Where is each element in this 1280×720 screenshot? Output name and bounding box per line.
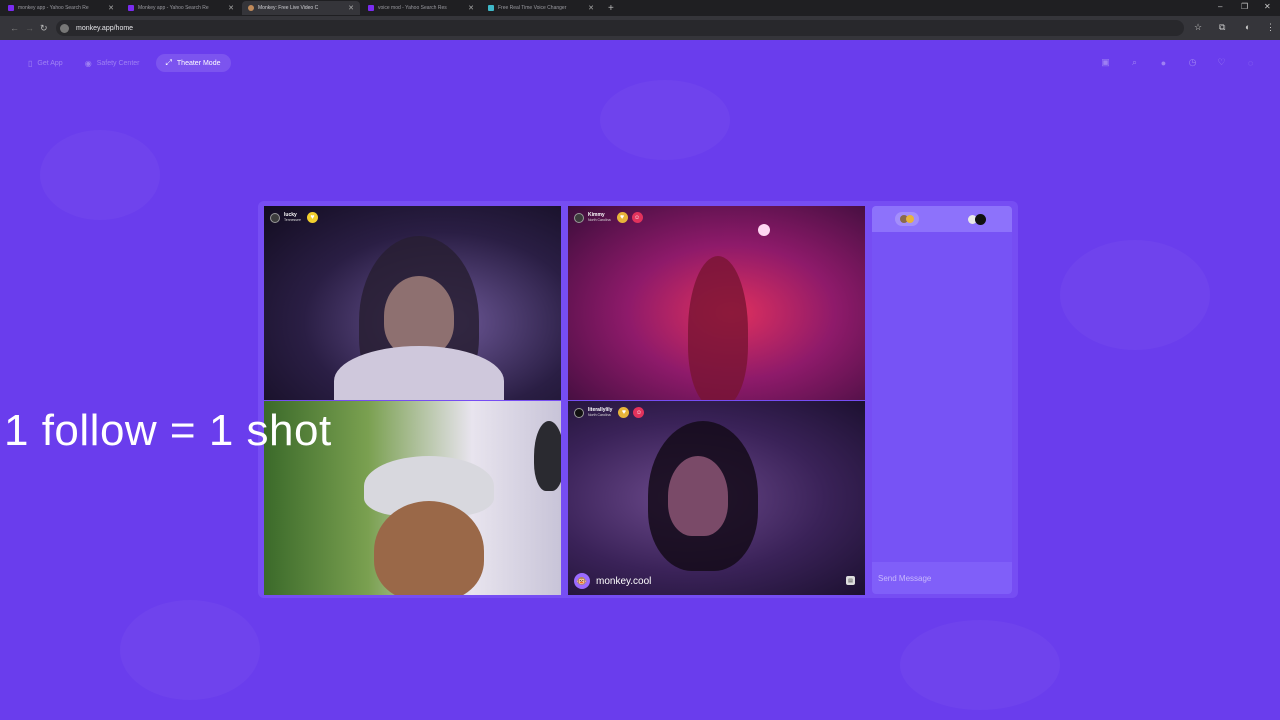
menu-icon[interactable]: ⋮ xyxy=(1266,22,1275,33)
stream-overlay-text: 1 follow = 1 shot xyxy=(4,406,332,455)
user-info: Kimmy North Carolina xyxy=(588,212,611,223)
site-info-icon[interactable] xyxy=(60,23,69,33)
browser-tab-1[interactable]: monkey app - Yahoo Search Re ✕ xyxy=(2,1,120,15)
chat-icon[interactable]: ♡ xyxy=(1214,55,1229,70)
back-icon[interactable]: ← xyxy=(10,23,19,33)
profile-icon[interactable]: ◐ xyxy=(1245,22,1250,32)
heart-icon[interactable]: ♥ xyxy=(618,407,630,418)
user-chip[interactable]: Kimmy North Carolina ♥ ☺ xyxy=(574,212,643,223)
chat-header xyxy=(872,206,1012,232)
close-tab-icon[interactable]: ✕ xyxy=(468,4,474,12)
yahoo-favicon-icon xyxy=(128,5,134,11)
address-bar-row: ← → ↻ monkey.app/home ☆ ⧉ ◐ ⋮ xyxy=(0,16,1280,40)
location: Tennessee xyxy=(284,218,301,222)
new-tab-icon[interactable]: + xyxy=(608,3,614,14)
minimize-icon[interactable]: – xyxy=(1218,2,1222,11)
reload-icon[interactable]: ↻ xyxy=(40,23,48,34)
close-tab-icon[interactable]: ✕ xyxy=(588,4,594,12)
background-decoration xyxy=(120,600,260,700)
participant-face xyxy=(384,276,454,356)
get-app-button[interactable]: ▯ Get App xyxy=(22,54,69,72)
theater-mode-label: Theater Mode xyxy=(176,59,221,67)
shop-icon[interactable]: ▣ xyxy=(1098,55,1113,70)
voicechanger-favicon-icon xyxy=(488,5,494,11)
monkey-page: ▯ Get App ◉ Safety Center ⤢ Theater Mode… xyxy=(0,40,1280,720)
monkey-favicon-icon xyxy=(248,5,254,11)
top-right-icons: ▣ ⌕ ● ◷ ♡ ◌ xyxy=(1098,55,1258,70)
restore-icon[interactable]: ❐ xyxy=(1241,2,1248,11)
location: North Carolina xyxy=(588,413,611,417)
browser-tab-bar: monkey app - Yahoo Search Re ✕ Monkey ap… xyxy=(0,0,1280,16)
avatar xyxy=(574,407,584,418)
theater-mode-button[interactable]: ⤢ Theater Mode xyxy=(155,54,231,72)
bookmark-star-icon[interactable]: ☆ xyxy=(1194,22,1202,33)
safety-center-button[interactable]: ◉ Safety Center xyxy=(79,54,146,72)
safety-center-label: Safety Center xyxy=(96,59,140,67)
shield-icon: ◉ xyxy=(84,58,92,68)
user-chip[interactable]: literallylily North Carolina ♥ ☺ xyxy=(574,407,645,418)
user-info: literallylily North Carolina xyxy=(588,407,612,418)
badge-icon[interactable]: ☺ xyxy=(633,407,645,418)
phone-icon: ▯ xyxy=(28,58,33,68)
captions-icon[interactable]: ▤ xyxy=(846,576,855,585)
background-decoration xyxy=(900,620,1060,710)
video-stage: lucky Tennessee ♥ Kimmy North Carolina ♥… xyxy=(258,201,1018,598)
brand-watermark: 🐵 monkey.cool xyxy=(574,573,651,589)
browser-tab-2[interactable]: Monkey app - Yahoo Search Re ✕ xyxy=(122,1,240,15)
expand-icon: ⤢ xyxy=(165,58,172,67)
video-tile-4[interactable]: literallylily North Carolina ♥ ☺ 🐵 monke… xyxy=(568,401,865,595)
background-object xyxy=(534,421,561,491)
chat-input-area xyxy=(872,562,1012,594)
close-tab-icon[interactable]: ✕ xyxy=(228,4,234,12)
tab-label: voice mod - Yahoo Search Res xyxy=(378,5,447,11)
monkey-logo-icon: 🐵 xyxy=(574,573,590,589)
avatar xyxy=(270,212,280,223)
participant-face xyxy=(374,501,484,595)
yahoo-favicon-icon xyxy=(368,5,374,11)
brand-name: monkey.cool xyxy=(596,575,652,587)
participant-avatars[interactable] xyxy=(895,212,919,226)
history-icon[interactable]: ◷ xyxy=(1185,55,1200,70)
yahoo-favicon-icon xyxy=(8,5,14,11)
close-tab-icon[interactable]: ✕ xyxy=(348,4,354,12)
browser-tab-5[interactable]: Free Real Time Voice Changer ✕ xyxy=(482,1,600,15)
get-app-label: Get App xyxy=(37,59,63,67)
user-chip[interactable]: lucky Tennessee ♥ xyxy=(270,212,322,223)
tab-label: monkey app - Yahoo Search Re xyxy=(18,5,89,11)
avatar xyxy=(975,213,986,225)
heart-icon[interactable]: ♥ xyxy=(306,212,318,223)
avatar xyxy=(574,212,584,223)
profile-icon[interactable]: ◌ xyxy=(1243,55,1258,70)
background-decoration xyxy=(40,130,160,220)
background-decoration xyxy=(1060,240,1210,350)
participant-face xyxy=(668,456,728,536)
user-info: lucky Tennessee xyxy=(284,212,301,223)
video-tile-2[interactable]: Kimmy North Carolina ♥ ☺ xyxy=(568,206,865,400)
coin-icon[interactable]: ● xyxy=(1156,55,1171,70)
browser-tab-4[interactable]: voice mod - Yahoo Search Res ✕ xyxy=(362,1,480,15)
badge-icon[interactable]: ☺ xyxy=(631,212,643,223)
top-nav: ▯ Get App ◉ Safety Center ⤢ Theater Mode xyxy=(22,54,231,72)
location: North Carolina xyxy=(588,218,611,222)
url-text: monkey.app/home xyxy=(76,24,134,32)
send-message-input[interactable] xyxy=(878,573,1006,583)
video-tile-1[interactable]: lucky Tennessee ♥ xyxy=(264,206,561,400)
browser-tab-3[interactable]: Monkey: Free Live Video C ✕ xyxy=(242,1,360,15)
tab-label: Free Real Time Voice Changer xyxy=(498,5,567,11)
url-field[interactable]: monkey.app/home xyxy=(56,20,1184,36)
search-icon[interactable]: ⌕ xyxy=(1127,55,1142,70)
participant-video xyxy=(688,256,748,400)
heart-icon[interactable]: ♥ xyxy=(616,212,628,223)
close-tab-icon[interactable]: ✕ xyxy=(108,4,114,12)
extensions-icon[interactable]: ⧉ xyxy=(1219,22,1225,33)
forward-icon[interactable]: → xyxy=(25,23,34,33)
avatar xyxy=(906,215,914,223)
participant-avatars[interactable] xyxy=(965,212,989,226)
close-window-icon[interactable]: ✕ xyxy=(1264,2,1271,11)
tab-label: Monkey app - Yahoo Search Re xyxy=(138,5,209,11)
ceiling-light xyxy=(758,224,770,236)
chat-panel xyxy=(872,206,1012,594)
tab-label: Monkey: Free Live Video C xyxy=(258,5,319,11)
background-decoration xyxy=(600,80,730,160)
